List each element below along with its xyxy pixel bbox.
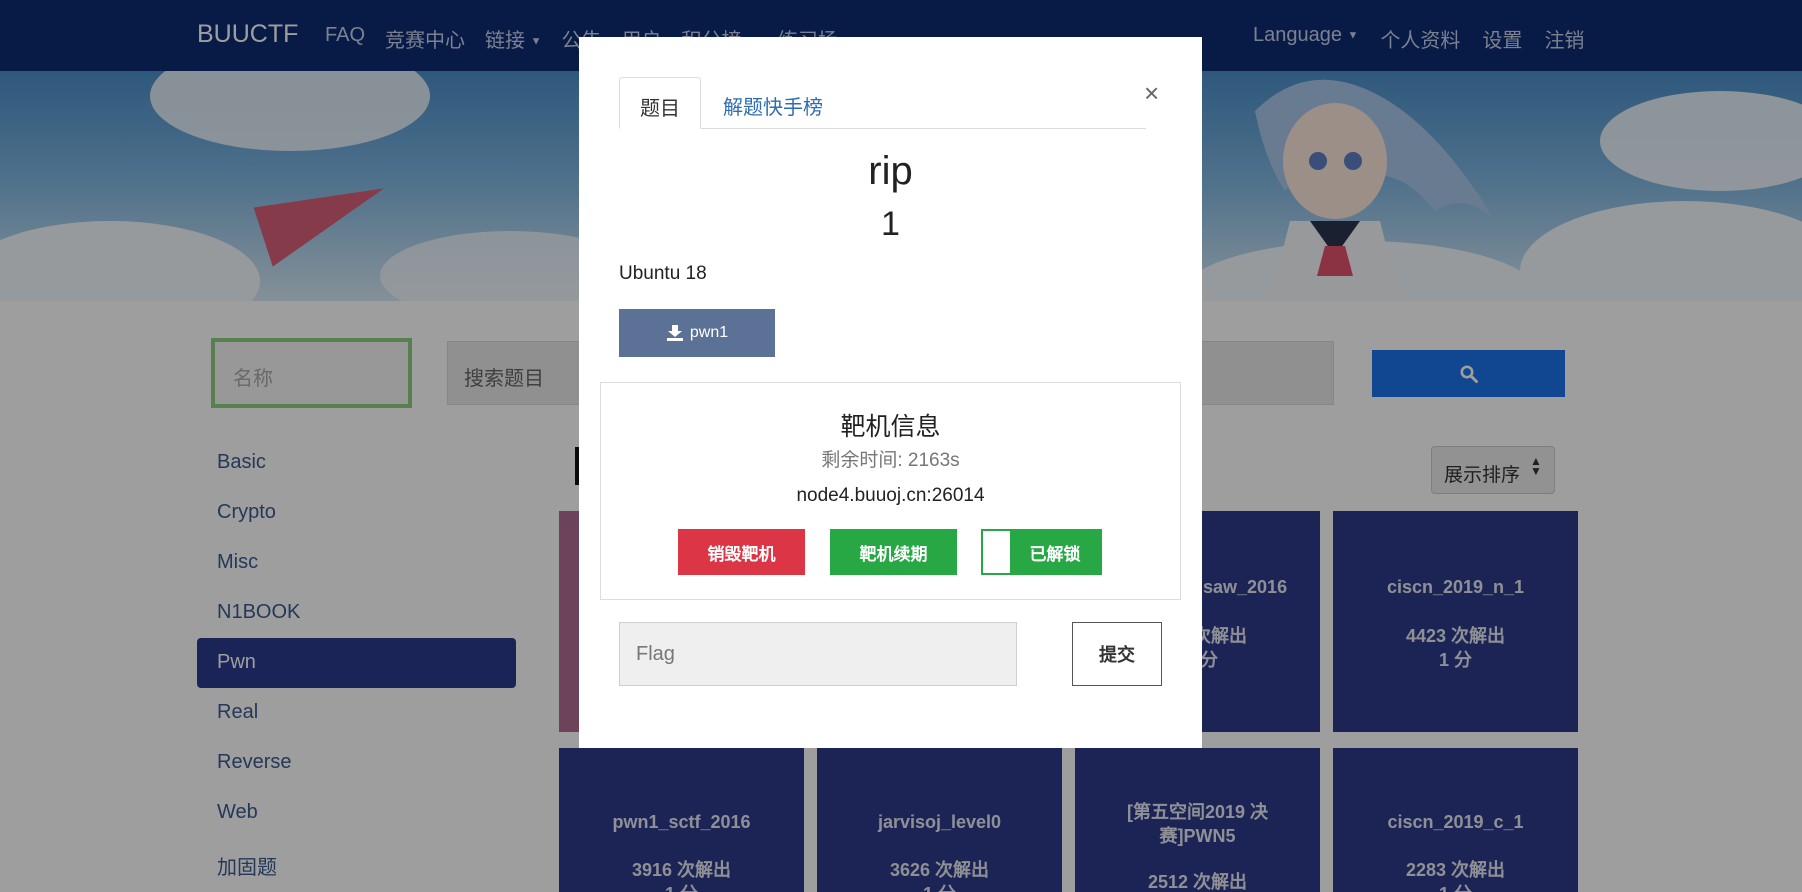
submit-flag-button[interactable]: 提交 (1072, 622, 1162, 686)
target-host: node4.buuoj.cn:26014 (796, 485, 985, 506)
download-icon (666, 325, 683, 341)
challenge-description: Ubuntu 18 (619, 263, 707, 284)
target-time-left: 剩余时间: 2163s (821, 450, 960, 471)
target-machine-panel: 靶机信息 剩余时间: 2163s node4.buuoj.cn:26014 销毁… (600, 382, 1181, 600)
modal-tabs: 题目 解题快手榜 (619, 77, 1146, 129)
challenge-modal: 题目 解题快手榜 × rip 1 Ubuntu 18 pwn1 靶机信息 剩余时… (579, 37, 1202, 748)
unlock-indicator (983, 531, 1010, 573)
unlocked-label: 已解锁 (1029, 544, 1081, 564)
download-file-label: pwn1 (689, 324, 729, 341)
unlocked-button[interactable]: 已解锁 (981, 529, 1102, 575)
tab-fastest-solves[interactable]: 解题快手榜 (703, 77, 843, 129)
challenge-name: rip (868, 149, 913, 193)
close-icon[interactable]: × (1144, 78, 1159, 109)
target-panel-title: 靶机信息 (840, 413, 941, 441)
destroy-target-button[interactable]: 销毁靶机 (678, 529, 805, 575)
renew-target-button[interactable]: 靶机续期 (830, 529, 957, 575)
flag-input[interactable]: Flag (619, 622, 1017, 686)
download-file-button[interactable]: pwn1 (619, 309, 775, 357)
challenge-value: 1 (881, 205, 900, 243)
tab-challenge[interactable]: 题目 (619, 77, 701, 129)
